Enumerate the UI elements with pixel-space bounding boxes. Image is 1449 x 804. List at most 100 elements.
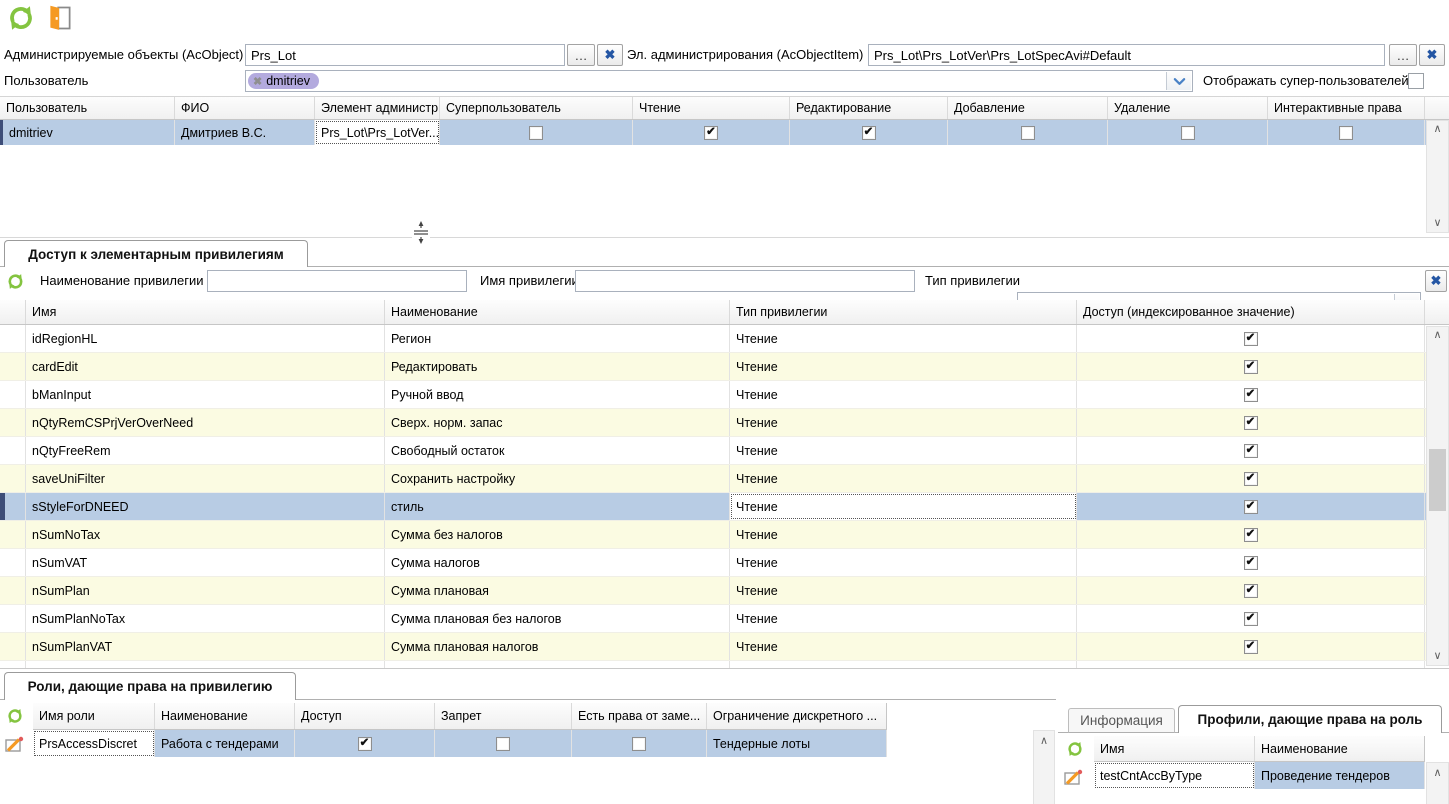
column-header[interactable]: Интерактивные права xyxy=(1268,97,1425,119)
scroll-down-arrow[interactable]: ∨ xyxy=(1427,649,1448,664)
column-header[interactable]: Тип привилегии xyxy=(730,300,1077,324)
privilege-row[interactable]: sStyleForDNEEDстильЧтение✔ xyxy=(0,493,1449,521)
scroll-down-arrow[interactable]: ∨ xyxy=(1427,216,1448,231)
scroll-thumb[interactable] xyxy=(1429,449,1446,511)
scroll-up-arrow[interactable]: ∧ xyxy=(1034,734,1054,749)
edit-checkbox[interactable]: ✔ xyxy=(862,126,876,140)
access-checkbox[interactable]: ✔ xyxy=(1244,472,1258,486)
users-scrollbar[interactable]: ∧ ∨ xyxy=(1426,120,1449,233)
access-checkbox[interactable]: ✔ xyxy=(1244,500,1258,514)
column-header[interactable]: Редактирование xyxy=(790,97,948,119)
column-header[interactable]: Удаление xyxy=(1108,97,1268,119)
privilege-type-cell: Чтение xyxy=(730,437,1077,464)
column-header[interactable]: Доступ xyxy=(295,703,435,729)
delete-checkbox[interactable] xyxy=(1181,126,1195,140)
access-checkbox[interactable]: ✔ xyxy=(1244,640,1258,654)
column-header[interactable]: Есть права от заме... xyxy=(572,703,707,729)
privilege-row[interactable]: nSumNoTaxСумма без налоговЧтение✔ xyxy=(0,521,1449,549)
access-checkbox[interactable]: ✔ xyxy=(1244,528,1258,542)
superuser-checkbox[interactable] xyxy=(529,126,543,140)
user-dropdown-button[interactable] xyxy=(1166,72,1191,90)
column-header[interactable]: Запрет xyxy=(435,703,572,729)
acobjectitem-input[interactable] xyxy=(868,44,1385,66)
column-header[interactable]: Наименование xyxy=(155,703,295,729)
column-header[interactable]: Доступ (индексированное значение) xyxy=(1077,300,1425,324)
row-indicator xyxy=(0,549,26,576)
scroll-up-arrow[interactable]: ∧ xyxy=(1427,766,1448,781)
tab-roles[interactable]: Роли, дающие права на привилегию xyxy=(4,672,296,700)
privilege-row[interactable]: saveUniFilterСохранить настройкуЧтение✔ xyxy=(0,465,1449,493)
exit-door-icon xyxy=(46,21,74,36)
privilege-row[interactable]: nQtyRemCSPrjVerOverNeedСверх. норм. запа… xyxy=(0,409,1449,437)
show-superusers-checkbox[interactable] xyxy=(1408,73,1424,89)
user-row[interactable]: dmitriev Дмитриев В.С. Prs_Lot\Prs_LotVe… xyxy=(0,120,1449,145)
deny-checkbox[interactable] xyxy=(496,737,510,751)
column-header[interactable]: Добавление xyxy=(948,97,1108,119)
column-header[interactable]: Наименование xyxy=(1255,736,1425,761)
filter-name-input[interactable] xyxy=(207,270,467,292)
access-checkbox[interactable]: ✔ xyxy=(1244,444,1258,458)
column-header[interactable]: Имя xyxy=(1094,736,1255,761)
roles-edit-button[interactable] xyxy=(5,735,25,755)
access-checkbox[interactable]: ✔ xyxy=(1244,388,1258,402)
roles-scrollbar[interactable]: ∧ xyxy=(1033,730,1055,804)
tab-privileges-access[interactable]: Доступ к элементарным привилегиям xyxy=(4,240,308,267)
access-checkbox[interactable]: ✔ xyxy=(1244,332,1258,346)
privilege-row[interactable]: nSumPlanСумма плановаяЧтение✔ xyxy=(0,577,1449,605)
profiles-refresh-button[interactable] xyxy=(1066,740,1084,758)
refresh-button[interactable] xyxy=(6,3,36,33)
access-checkbox[interactable]: ✔ xyxy=(1244,668,1258,670)
user-field[interactable]: ✖ dmitriev xyxy=(245,70,1193,92)
access-checkbox[interactable]: ✔ xyxy=(1244,584,1258,598)
roles-refresh-button[interactable] xyxy=(6,707,24,725)
profiles-scrollbar[interactable]: ∧ xyxy=(1426,762,1449,804)
profile-row[interactable]: testCntAccByType Проведение тендеров xyxy=(1094,762,1425,789)
splitter-handle[interactable] xyxy=(412,220,430,244)
access-checkbox[interactable]: ✔ xyxy=(1244,556,1258,570)
privilege-row[interactable]: nSumСумма с налогамиЧтение✔ xyxy=(0,661,1449,669)
privilege-row[interactable]: cardEditРедактироватьЧтение✔ xyxy=(0,353,1449,381)
role-row[interactable]: PrsAccessDiscret Работа с тендерами ✔ Те… xyxy=(33,730,887,757)
acobjectitem-clear-button[interactable]: ✖ xyxy=(1419,44,1445,66)
add-checkbox[interactable] xyxy=(1021,126,1035,140)
column-header[interactable]: Имя роли xyxy=(33,703,155,729)
exit-button[interactable] xyxy=(46,3,74,33)
privilege-row[interactable]: nSumPlanVATСумма плановая налоговЧтение✔ xyxy=(0,633,1449,661)
column-header[interactable]: Наименование xyxy=(385,300,730,324)
column-header[interactable]: Чтение xyxy=(633,97,790,119)
acobject-input[interactable] xyxy=(245,44,565,66)
filter-code-input[interactable] xyxy=(575,270,915,292)
privilege-row[interactable]: nSumPlanNoTaxСумма плановая без налоговЧ… xyxy=(0,605,1449,633)
privilege-row[interactable]: nSumVATСумма налоговЧтение✔ xyxy=(0,549,1449,577)
acobject-clear-button[interactable]: ✖ xyxy=(597,44,623,66)
column-header[interactable]: Пользователь xyxy=(0,97,175,119)
tab-information[interactable]: Информация xyxy=(1068,708,1175,733)
scroll-up-arrow[interactable]: ∧ xyxy=(1427,328,1448,343)
privileges-scrollbar[interactable]: ∧ ∨ xyxy=(1426,326,1449,666)
access-checkbox[interactable]: ✔ xyxy=(1244,360,1258,374)
scroll-up-arrow[interactable]: ∧ xyxy=(1427,122,1448,137)
tab-profiles[interactable]: Профили, дающие права на роль xyxy=(1178,705,1442,733)
acobject-browse-button[interactable]: … xyxy=(567,44,595,66)
chip-remove-icon[interactable]: ✖ xyxy=(253,75,262,88)
privilege-row[interactable]: nQtyFreeRemСвободный остатокЧтение✔ xyxy=(0,437,1449,465)
filter-type-clear-button[interactable]: ✖ xyxy=(1425,270,1447,292)
column-header[interactable]: Ограничение дискретного ... xyxy=(707,703,887,729)
delegated-checkbox[interactable] xyxy=(632,737,646,751)
privilege-access-cell: ✔ xyxy=(1077,409,1425,436)
read-checkbox[interactable]: ✔ xyxy=(704,126,718,140)
profiles-edit-button[interactable] xyxy=(1064,768,1084,788)
access-checkbox[interactable]: ✔ xyxy=(1244,416,1258,430)
user-chip[interactable]: ✖ dmitriev xyxy=(248,73,319,89)
column-header[interactable]: ФИО xyxy=(175,97,315,119)
column-header[interactable]: Элемент администриру... xyxy=(315,97,440,119)
privilege-row[interactable]: bManInputРучной вводЧтение✔ xyxy=(0,381,1449,409)
column-header[interactable]: Суперпользователь xyxy=(440,97,633,119)
column-header[interactable]: Имя xyxy=(26,300,385,324)
privilege-row[interactable]: idRegionHLРегионЧтение✔ xyxy=(0,325,1449,353)
access-checkbox[interactable]: ✔ xyxy=(1244,612,1258,626)
interactive-rights-checkbox[interactable] xyxy=(1339,126,1353,140)
access-checkbox[interactable]: ✔ xyxy=(358,737,372,751)
acobjectitem-browse-button[interactable]: … xyxy=(1389,44,1417,66)
privileges-refresh-button[interactable] xyxy=(6,272,25,291)
